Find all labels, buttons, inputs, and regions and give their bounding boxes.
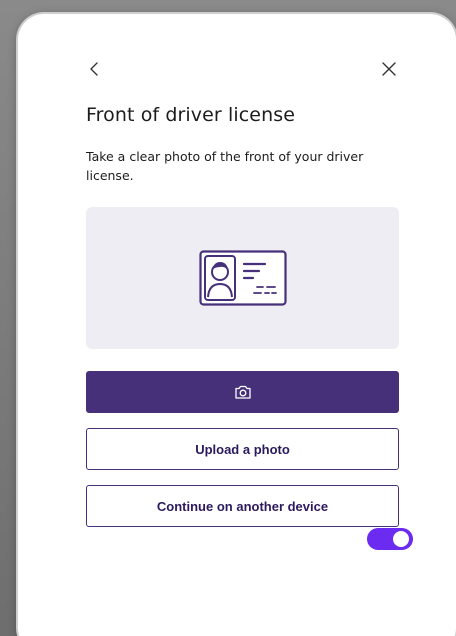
license-preview bbox=[86, 207, 399, 349]
close-button[interactable] bbox=[380, 60, 398, 78]
backdrop: Front of driver license Take a clear pho… bbox=[0, 0, 456, 636]
close-icon bbox=[382, 62, 396, 76]
upload-photo-button[interactable]: Upload a photo bbox=[86, 428, 399, 470]
toggle-switch[interactable] bbox=[367, 528, 413, 550]
id-card-icon bbox=[199, 250, 287, 306]
verification-card: Front of driver license Take a clear pho… bbox=[18, 14, 456, 636]
camera-icon bbox=[234, 385, 251, 399]
toggle-knob bbox=[393, 531, 409, 547]
upload-photo-label: Upload a photo bbox=[195, 441, 290, 457]
take-photo-button[interactable] bbox=[86, 371, 399, 413]
chevron-left-icon bbox=[90, 62, 98, 76]
continue-another-device-label: Continue on another device bbox=[156, 498, 329, 514]
back-button[interactable] bbox=[86, 60, 104, 78]
page-title: Front of driver license bbox=[86, 104, 296, 126]
continue-another-device-button[interactable]: Continue on another device bbox=[86, 485, 399, 527]
instruction-text: Take a clear photo of the front of your … bbox=[86, 149, 364, 183]
